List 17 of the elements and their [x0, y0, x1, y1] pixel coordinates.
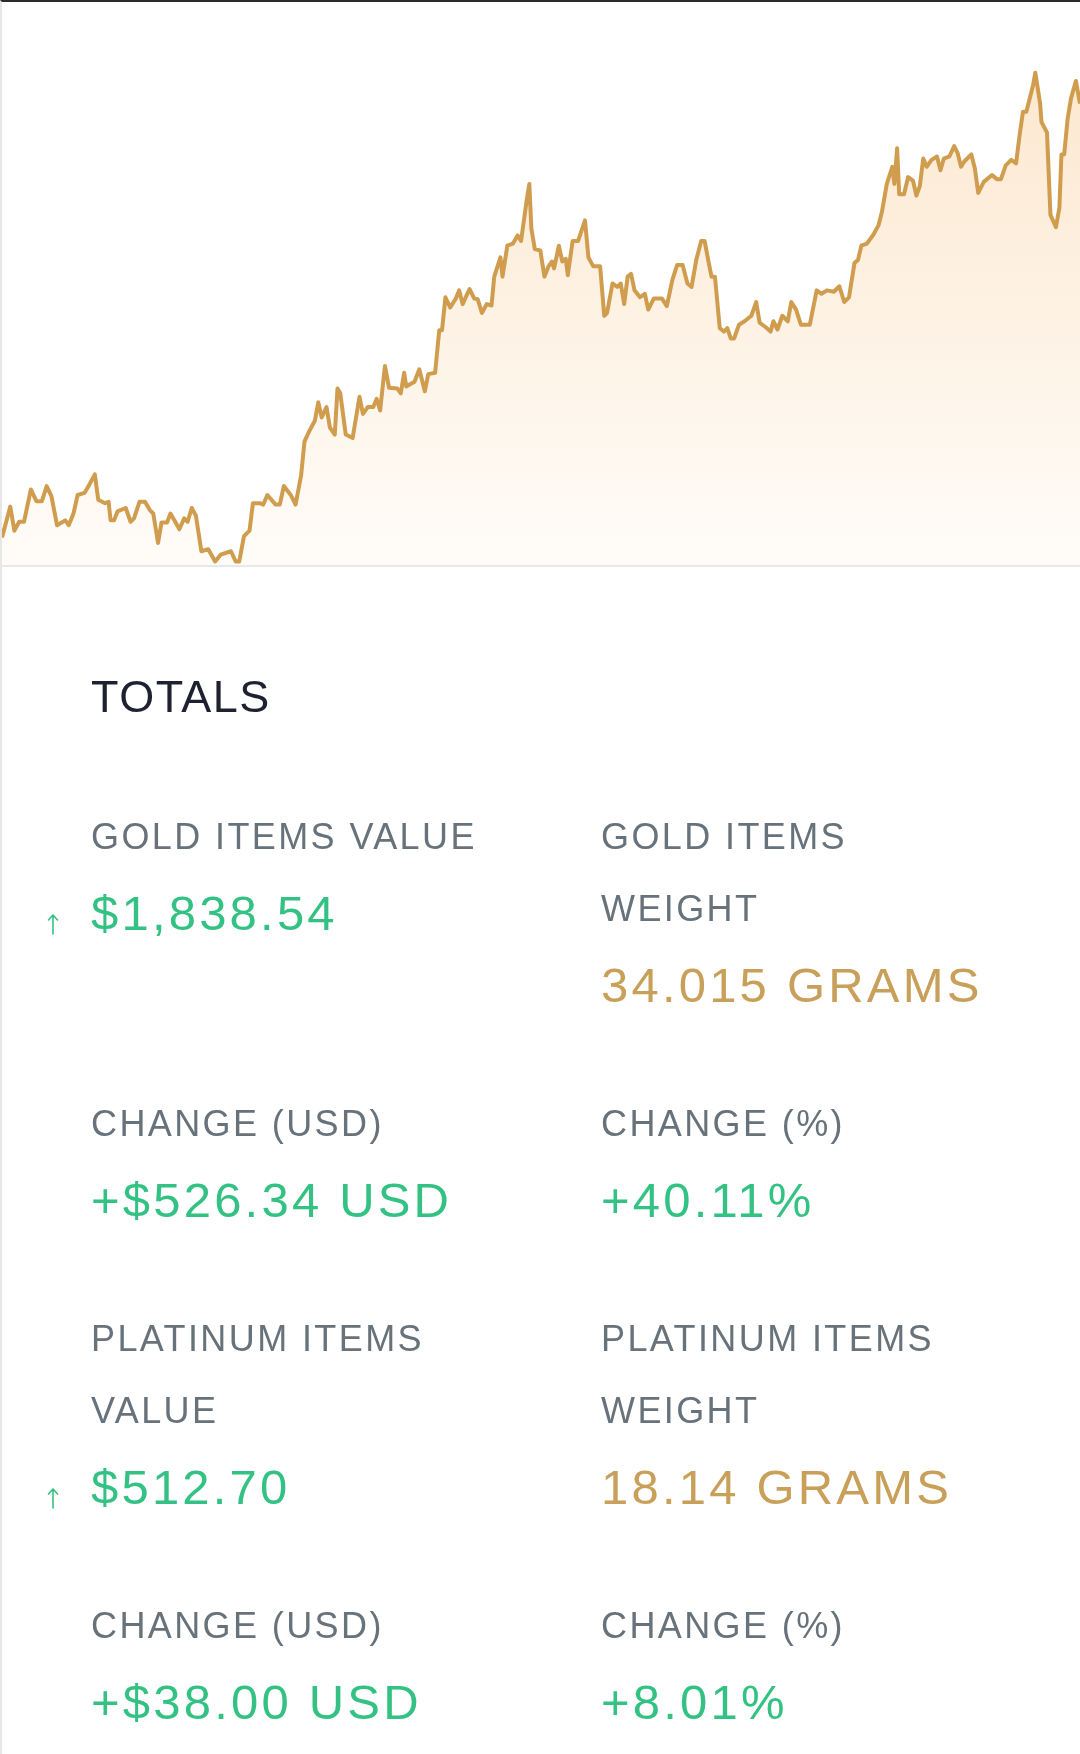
- stat-value: +40.11%: [601, 1172, 815, 1229]
- section-title: TOTALS: [91, 670, 271, 724]
- stat-label: GOLD ITEMS WEIGHT: [601, 815, 849, 931]
- stat-label: GOLD ITEMS VALUE: [91, 815, 477, 859]
- stat-value: 34.015 GRAMS: [601, 957, 983, 1014]
- stat-label: CHANGE (USD): [91, 1604, 384, 1648]
- stat-label: CHANGE (%): [601, 1604, 845, 1648]
- stat-value: $512.70: [91, 1459, 291, 1516]
- stat-value: +$38.00 USD: [91, 1674, 422, 1731]
- stat-label: PLATINUM ITEMS VALUE: [91, 1317, 425, 1433]
- stat-value: +$526.34 USD: [91, 1172, 453, 1229]
- stat-value: $1,838.54: [91, 885, 338, 942]
- stat-label: CHANGE (USD): [91, 1102, 384, 1146]
- stat-value: +8.01%: [601, 1674, 788, 1731]
- stat-label: PLATINUM ITEMS WEIGHT: [601, 1317, 935, 1433]
- stat-value: 18.14 GRAMS: [601, 1459, 953, 1516]
- stat-label: CHANGE (%): [601, 1102, 845, 1146]
